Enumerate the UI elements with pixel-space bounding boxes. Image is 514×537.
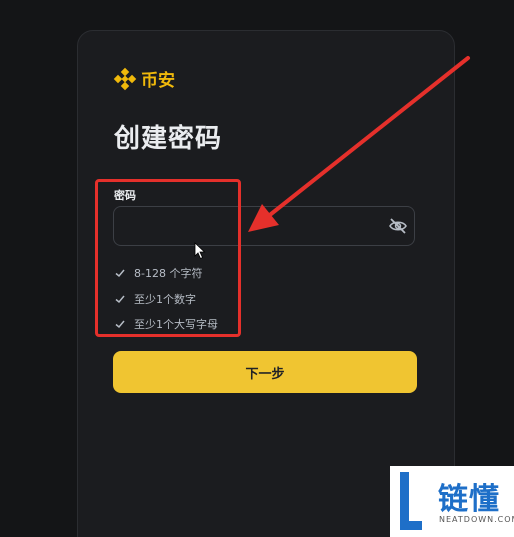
brand-logo: 币安	[113, 66, 175, 91]
watermark-logo-icon	[400, 472, 422, 530]
watermark: 链懂 NEATDOWN.COM	[390, 466, 514, 537]
binance-diamond-icon	[113, 67, 137, 90]
brand-name: 币安	[141, 71, 175, 91]
annotation-highlight-box	[95, 179, 241, 337]
watermark-name: 链懂	[438, 482, 500, 517]
mouse-cursor-icon	[194, 242, 206, 260]
eye-slash-icon[interactable]	[388, 217, 408, 235]
next-button[interactable]: 下一步	[113, 351, 417, 393]
watermark-domain: NEATDOWN.COM	[439, 515, 514, 524]
page-title: 创建密码	[114, 124, 223, 154]
screen: 币安 创建密码 密码 8-128 个字符 至少1个数字 至少1个大写字母 下一步…	[0, 0, 514, 537]
